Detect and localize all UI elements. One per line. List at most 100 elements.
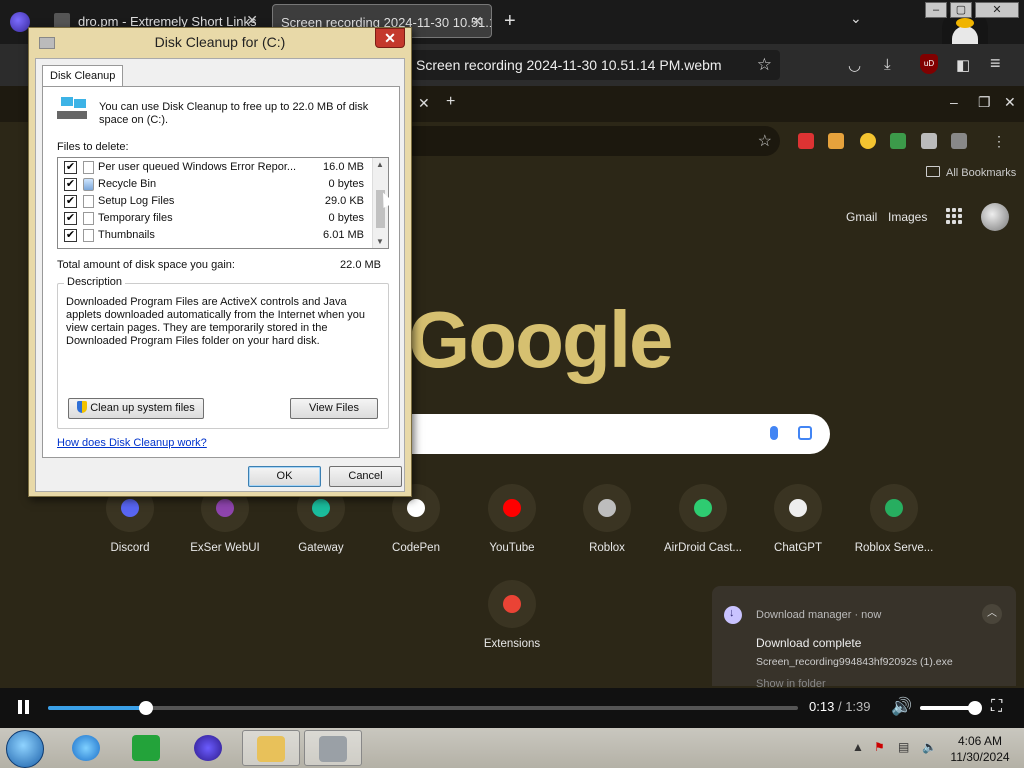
ok-button[interactable]: OK: [248, 466, 321, 487]
file-size: 0 bytes: [328, 212, 364, 224]
view-files-button[interactable]: View Files: [290, 398, 378, 419]
start-button[interactable]: [6, 730, 44, 768]
show-hidden-icons[interactable]: ▲: [852, 740, 864, 754]
shortcut-label: ChatGPT: [774, 542, 822, 554]
restore-icon: ❐: [978, 94, 991, 110]
clean-up-system-files-button[interactable]: Clean up system files: [68, 398, 204, 419]
fullscreen-icon[interactable]: ⛶: [991, 698, 1002, 716]
dialog-client-area: Disk Cleanup You can use Disk Cleanup to…: [35, 58, 405, 492]
shortcut-label: AirDroid Cast...: [664, 542, 742, 554]
pocket-icon[interactable]: ◡: [848, 56, 861, 74]
file-row[interactable]: ✔ Per user queued Windows Error Repor... 1…: [58, 159, 374, 176]
seek-progress: [48, 706, 146, 710]
scroll-up-icon[interactable]: ▲: [376, 160, 384, 169]
seek-handle[interactable]: [138, 701, 153, 715]
shortcut-tile: ChatGPT: [750, 484, 846, 554]
download-filename: Screen_recording994843hf92092s (1).exe: [756, 656, 953, 668]
pause-button[interactable]: [18, 700, 30, 714]
downloads-icon[interactable]: ⤓: [884, 56, 891, 73]
inner-omnibox: ☆: [400, 126, 780, 156]
maximize-button[interactable]: ▢: [950, 2, 972, 18]
download-icon: [724, 606, 742, 624]
shortcut-icon: [583, 484, 631, 532]
file-row[interactable]: ✔ Recycle Bin 0 bytes: [58, 176, 374, 193]
extension-icon[interactable]: ◧: [956, 56, 970, 74]
bookmark-star-icon[interactable]: ☆: [757, 55, 772, 75]
file-checkbox[interactable]: ✔: [64, 178, 77, 191]
close-tab-icon[interactable]: ✕: [471, 13, 483, 30]
volume-slider[interactable]: [920, 701, 983, 715]
url-bar[interactable]: Screen recording 2024-11-30 10.51.14 PM.…: [410, 50, 780, 80]
time-separator: /: [837, 699, 842, 714]
total-value: 22.0 MB: [340, 259, 381, 271]
files-list[interactable]: ✔ Thumbnails 6.01 MB ✔ Temporary files 0 byte…: [57, 157, 389, 249]
shortcut-label: Gateway: [298, 542, 344, 554]
firefox-view-icon[interactable]: [10, 12, 30, 32]
file-checkbox[interactable]: ✔: [64, 195, 77, 208]
minimize-button[interactable]: –: [925, 2, 947, 18]
shortcut-icon: [488, 580, 536, 628]
file-checkbox[interactable]: ✔: [64, 212, 77, 225]
file-row[interactable]: ✔ Setup Log Files 29.0 KB: [58, 193, 374, 210]
chevron-up-icon: ︿: [982, 604, 1002, 624]
network-icon[interactable]: ▤: [898, 740, 909, 754]
shortcut-icon: [679, 484, 727, 532]
file-icon: [83, 161, 94, 174]
file-row[interactable]: ✔ Temporary files 0 bytes: [58, 210, 374, 227]
mic-icon: [770, 426, 778, 440]
google-search-box: [380, 414, 830, 454]
volume-tray-icon[interactable]: 🔈: [922, 740, 937, 754]
extension-icon: [798, 133, 814, 149]
puzzle-icon: [951, 133, 967, 149]
file-name: Setup Log Files: [98, 195, 175, 207]
file-row[interactable]: ✔ Thumbnails 6.01 MB: [58, 227, 374, 244]
seek-slider[interactable]: [48, 701, 798, 715]
file-size: 0 bytes: [328, 178, 364, 190]
action-center-icon[interactable]: ⚑: [874, 740, 885, 754]
description-text: Downloaded Program Files are ActiveX con…: [66, 296, 366, 347]
close-button[interactable]: ✕: [375, 28, 405, 48]
disk-cleanup-taskbar-icon[interactable]: [304, 730, 362, 766]
ublock-icon[interactable]: uD: [920, 54, 938, 74]
dialog-titlebar[interactable]: Disk Cleanup for (C:) ✕: [29, 28, 411, 56]
new-tab-button[interactable]: +: [504, 10, 516, 33]
shortcut-tile: AirDroid Cast...: [655, 484, 751, 554]
file-checkbox[interactable]: ✔: [64, 161, 77, 174]
list-all-tabs-icon[interactable]: ⌄: [850, 10, 862, 27]
shield-extension-icon: [921, 133, 937, 149]
clock[interactable]: 4:06 AM 11/30/2024: [948, 733, 1012, 765]
total-label: Total amount of disk space you gain:: [57, 259, 235, 271]
firefox-icon[interactable]: [180, 730, 238, 766]
google-logo: Google: [408, 295, 674, 384]
recycle-bin-icon: [83, 178, 94, 191]
file-size: 29.0 KB: [324, 195, 364, 207]
shortcut-label: Roblox Serve...: [854, 542, 934, 554]
all-bookmarks: All Bookmarks: [926, 166, 1016, 179]
internet-explorer-icon[interactable]: [58, 730, 116, 766]
description-label: Description: [64, 276, 126, 288]
help-link[interactable]: How does Disk Cleanup work?: [57, 437, 207, 449]
duration: 1:39: [845, 699, 871, 714]
lens-icon: [798, 426, 812, 440]
file-checkbox[interactable]: ✔: [64, 229, 77, 242]
files-to-delete-label: Files to delete:: [57, 141, 129, 153]
tab-disk-cleanup[interactable]: Disk Cleanup: [42, 65, 124, 87]
clock-time: 4:06 AM: [957, 734, 1003, 748]
scroll-down-icon[interactable]: ▼: [376, 237, 384, 246]
volume-handle[interactable]: [968, 701, 983, 715]
file-explorer-icon[interactable]: [242, 730, 300, 766]
new-tab-icon: +: [446, 93, 456, 110]
file-icon: [83, 229, 94, 242]
menu-icon[interactable]: ≡: [990, 53, 1001, 74]
volume-icon[interactable]: 🔊: [891, 697, 912, 717]
file-name: Thumbnails: [98, 229, 155, 241]
file-size: 6.01 MB: [323, 229, 364, 241]
cancel-button[interactable]: Cancel: [329, 466, 402, 487]
shortcut-label: YouTube: [489, 542, 535, 554]
bookmark-star-icon: ☆: [757, 133, 772, 150]
video-controls: 0:13 / 1:39 🔊 ⛶: [0, 688, 1024, 728]
gmail-link: Gmail: [846, 210, 878, 224]
download-header: Download manager · now: [756, 609, 882, 621]
close-window-button[interactable]: ✕: [975, 2, 1019, 18]
store-icon[interactable]: [118, 730, 176, 766]
